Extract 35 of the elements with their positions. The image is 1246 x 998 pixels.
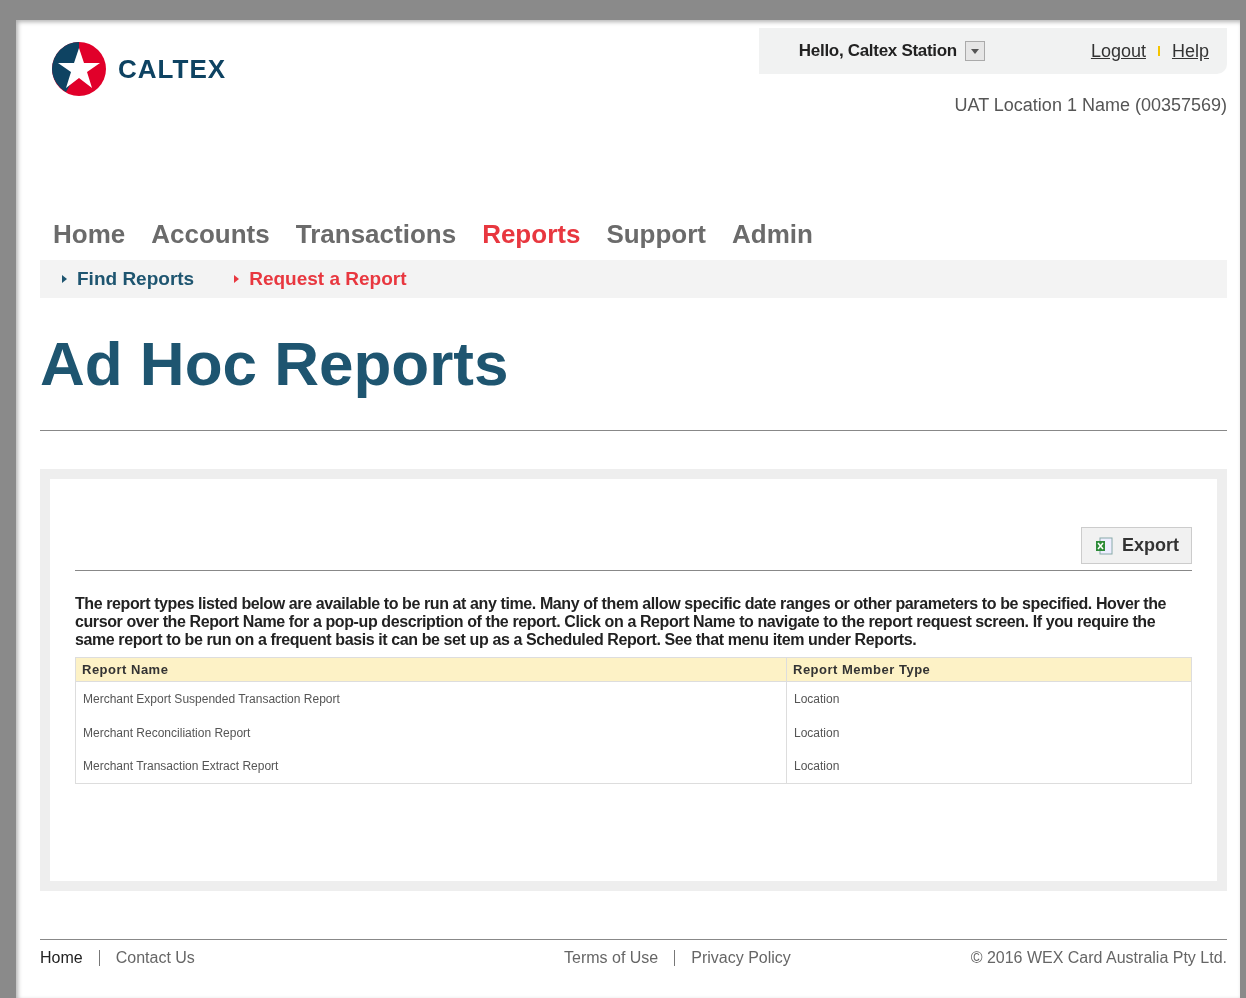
dropdown-button[interactable]	[964, 41, 985, 61]
location-text: UAT Location 1 Name (00357569)	[954, 94, 1227, 117]
table-cell: Merchant Reconciliation Report	[75, 715, 787, 750]
greeting-text: Hello, Caltex Station	[798, 40, 957, 63]
subnav-link[interactable]: Request a Report	[234, 264, 407, 294]
table-cell: Merchant Export Suspended Transaction Report	[75, 681, 787, 716]
footer-link[interactable]: Privacy Policy	[691, 945, 791, 970]
footer-link[interactable]: Home	[40, 945, 83, 970]
intro-paragraph: The report types listed below are available to be run at any time. Many of them allow specific date ranges or other parameters to be specified. Hover the cursor over the Report Name for a pop-up description of the report. Click on a Report Name to navigate to the report request screen. If you require the same report to be run on a frequent basis it can be set up as a Scheduled Report. See that menu item under Reports.	[75, 595, 1168, 649]
nav-tab[interactable]: Reports	[482, 215, 581, 254]
footer-link[interactable]: Terms of Use	[564, 945, 659, 970]
header-link[interactable]: Help	[1171, 37, 1209, 65]
header-link[interactable]: Logout	[1090, 37, 1146, 65]
triangle-icon	[234, 275, 240, 283]
caret-icon	[970, 48, 979, 54]
column-header: Report Member Type	[786, 657, 1192, 682]
table-cell: Location	[786, 715, 1192, 750]
table-cell: Merchant Transaction Extract Report	[75, 749, 787, 784]
copyright-text: © 2016 WEX Card Australia Pty Ltd.	[970, 947, 1227, 968]
nav-tab[interactable]: Support	[606, 215, 707, 254]
nav-tab[interactable]: Accounts	[151, 215, 270, 254]
subnav-link[interactable]: Find Reports	[62, 264, 195, 294]
export-button[interactable]: Export	[1081, 527, 1192, 564]
nav-tab[interactable]: Admin	[732, 215, 813, 254]
star-logo-icon	[52, 42, 106, 96]
table-cell: Location	[786, 749, 1192, 784]
brand-name: CALTEX	[118, 52, 227, 86]
triangle-icon	[62, 275, 67, 283]
column-header: Report Name	[75, 657, 787, 682]
footer-link[interactable]: Contact Us	[115, 945, 195, 970]
spreadsheet-icon	[1094, 535, 1114, 556]
table-cell: Location	[786, 681, 1192, 716]
nav-tab[interactable]: Home	[53, 215, 126, 254]
nav-tab[interactable]: Transactions	[295, 215, 457, 254]
page-title: Ad Hoc Reports	[40, 328, 510, 400]
